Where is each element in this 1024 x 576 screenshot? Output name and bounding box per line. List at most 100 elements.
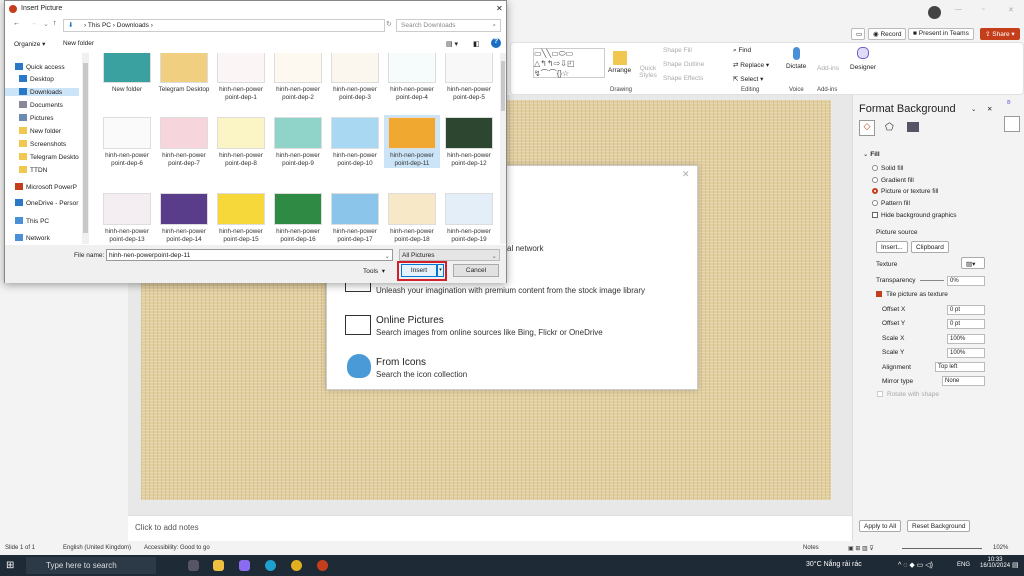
file-item[interactable]: hinh-nen-power point-dep-11 [384, 115, 440, 168]
clock[interactable]: 10:33 16/10/2024 [980, 557, 1010, 569]
file-item[interactable]: hinh-nen-power point-dep-14 [156, 191, 212, 244]
language-status[interactable]: English (United Kingdom) [63, 545, 131, 551]
cancel-button[interactable]: Cancel [453, 264, 499, 277]
close-window-button[interactable]: ✕ [1008, 6, 1014, 14]
file-name-input[interactable]: hinh-nen-powerpoint-dep-11 ⌄ [106, 249, 393, 261]
transparency-input[interactable]: 0% [947, 276, 985, 286]
file-item[interactable]: hinh-nen-power point-dep-10 [327, 115, 383, 168]
picture-tab-icon[interactable] [907, 122, 919, 132]
recent-dropdown[interactable]: ⌄ [43, 20, 49, 28]
taskbar-search[interactable]: Type here to search [26, 557, 156, 574]
refresh-button[interactable]: ↻ [386, 20, 392, 28]
file-item[interactable]: hinh-nen-power point-dep-15 [213, 191, 269, 244]
replace-button[interactable]: ⇄ Replace ▾ [733, 61, 769, 69]
fill-tab-icon[interactable]: ◇ [859, 120, 875, 136]
maximize-button[interactable]: ▫ [982, 6, 984, 13]
fill-section-header[interactable]: ⌄ Fill [863, 150, 880, 158]
insert-button[interactable]: Insert [401, 264, 437, 277]
chrome-icon[interactable] [291, 560, 302, 571]
scale-x-input[interactable]: 100% [947, 334, 985, 344]
quick-styles-button[interactable]: Quick Styles [637, 65, 659, 79]
nav-item-pictures[interactable]: Pictures [5, 114, 79, 122]
effects-tab-icon[interactable]: ⬠ [885, 122, 894, 133]
mirror-type-dropdown[interactable]: None [942, 376, 985, 386]
breadcrumb-this-pc[interactable]: This PC [88, 22, 111, 29]
language-indicator[interactable]: ENG [957, 562, 970, 568]
view-options-icon[interactable]: ▤ ▾ [446, 40, 458, 48]
tray-icons[interactable]: ^ ◌ ◆ ▭ ◁) [898, 561, 933, 569]
files-scrollbar[interactable] [500, 53, 506, 244]
nav-item-microsoft-powerp[interactable]: Microsoft PowerP [5, 183, 79, 191]
help-icon[interactable]: ? [491, 38, 501, 48]
organize-button[interactable]: Organize ▾ [14, 40, 45, 48]
nav-item-telegram-deskto[interactable]: Telegram Deskto [5, 153, 79, 161]
arrange-button[interactable]: Arrange [608, 51, 631, 74]
notifications-icon[interactable]: ▤ [1012, 561, 1019, 569]
file-item[interactable]: hinh-nen-power point-dep-2 [270, 53, 326, 102]
windows-start-icon[interactable]: ⊞ [6, 560, 14, 571]
file-item[interactable]: hinh-nen-power point-dep-8 [213, 115, 269, 168]
back-button[interactable]: ← [13, 20, 20, 27]
alignment-dropdown[interactable]: Top left [935, 362, 985, 372]
format-side-icon[interactable] [1004, 116, 1020, 132]
pattern-fill-radio[interactable] [872, 200, 878, 206]
hide-bg-graphics-checkbox[interactable] [872, 212, 878, 218]
dialog-close-button[interactable]: ✕ [496, 4, 503, 13]
apply-to-all-button[interactable]: Apply to All [859, 520, 902, 532]
find-button[interactable]: ⌕ Find [733, 47, 751, 55]
designer-side-icon[interactable]: ʚ [1007, 99, 1011, 106]
picture-fill-radio[interactable] [872, 188, 878, 194]
file-explorer-icon[interactable] [213, 560, 224, 571]
shape-effects-button[interactable]: Shape Effects [663, 75, 703, 82]
transparency-slider[interactable] [920, 280, 944, 281]
shape-fill-button[interactable]: Shape Fill [663, 47, 692, 54]
file-item[interactable]: hinh-nen-power point-dep-17 [327, 191, 383, 244]
tools-button[interactable]: Tools ▾ [363, 267, 385, 275]
file-item[interactable]: hinh-nen-power point-dep-6 [99, 115, 155, 168]
nav-scrollbar[interactable] [82, 53, 89, 244]
insert-dropdown-button[interactable]: ▾ [437, 264, 444, 277]
clipboard-button[interactable]: Clipboard [911, 241, 949, 253]
scale-y-input[interactable]: 100% [947, 348, 985, 358]
view-buttons[interactable]: ▣ ⊞ ▥ ⊽ [848, 545, 874, 552]
accessibility-status[interactable]: Accessibility: Good to go [144, 545, 210, 551]
reset-background-button[interactable]: Reset Background [907, 520, 971, 532]
comments-button[interactable]: ▭ [851, 28, 865, 40]
file-item[interactable]: hinh-nen-power point-dep-3 [327, 53, 383, 102]
nav-item-network[interactable]: Network [5, 234, 79, 242]
file-item[interactable]: hinh-nen-power point-dep-16 [270, 191, 326, 244]
file-item[interactable]: hinh-nen-power point-dep-13 [99, 191, 155, 244]
file-item[interactable]: hinh-nen-power point-dep-5 [441, 53, 497, 102]
up-button[interactable]: ↑ [53, 20, 57, 27]
pane-close-icon[interactable]: ✕ [987, 105, 992, 113]
insert-picture-button[interactable]: Insert... [876, 241, 908, 253]
gradient-fill-radio[interactable] [872, 177, 878, 183]
addins-button[interactable]: Add-ins [817, 65, 839, 72]
select-button[interactable]: ⇱ Select ▾ [733, 75, 763, 83]
minimize-button[interactable]: — [955, 6, 962, 13]
file-item[interactable]: hinh-nen-power point-dep-19 [441, 191, 497, 244]
solid-fill-radio[interactable] [872, 165, 878, 171]
designer-button[interactable]: Designer [850, 47, 876, 71]
file-item[interactable]: New folder [99, 53, 155, 94]
tile-picture-checkbox[interactable] [876, 291, 882, 297]
nav-item-this-pc[interactable]: This PC [5, 217, 79, 225]
from-icons-title[interactable]: From Icons [376, 357, 426, 368]
file-type-dropdown[interactable]: All Pictures ⌄ [399, 249, 500, 261]
online-pictures-title[interactable]: Online Pictures [376, 315, 444, 326]
file-item[interactable]: hinh-nen-power point-dep-18 [384, 191, 440, 244]
stock-images-desc[interactable]: Unleash your imagination with premium co… [376, 286, 645, 295]
texture-dropdown[interactable]: ▨▾ [961, 257, 985, 269]
nav-item-onedrive-persor[interactable]: OneDrive - Persor [5, 199, 79, 207]
shapes-gallery[interactable]: ▭╲╲▭⬭▭ △↰↰⇨⇩◰ ↯⌒⌒{}☆ [533, 48, 605, 78]
forward-button[interactable]: → [30, 20, 37, 27]
nav-item-documents[interactable]: Documents [5, 101, 79, 109]
file-item[interactable]: hinh-nen-power point-dep-1 [213, 53, 269, 102]
close-icon[interactable]: ✕ [682, 169, 690, 180]
notes-button[interactable]: Notes [803, 545, 819, 551]
breadcrumb-downloads[interactable]: Downloads [117, 22, 149, 29]
dictate-button[interactable]: Dictate [786, 47, 806, 70]
search-input[interactable]: Search Downloads ⌕ [396, 19, 501, 32]
edge-icon[interactable] [265, 560, 276, 571]
file-item[interactable]: hinh-nen-power point-dep-12 [441, 115, 497, 168]
